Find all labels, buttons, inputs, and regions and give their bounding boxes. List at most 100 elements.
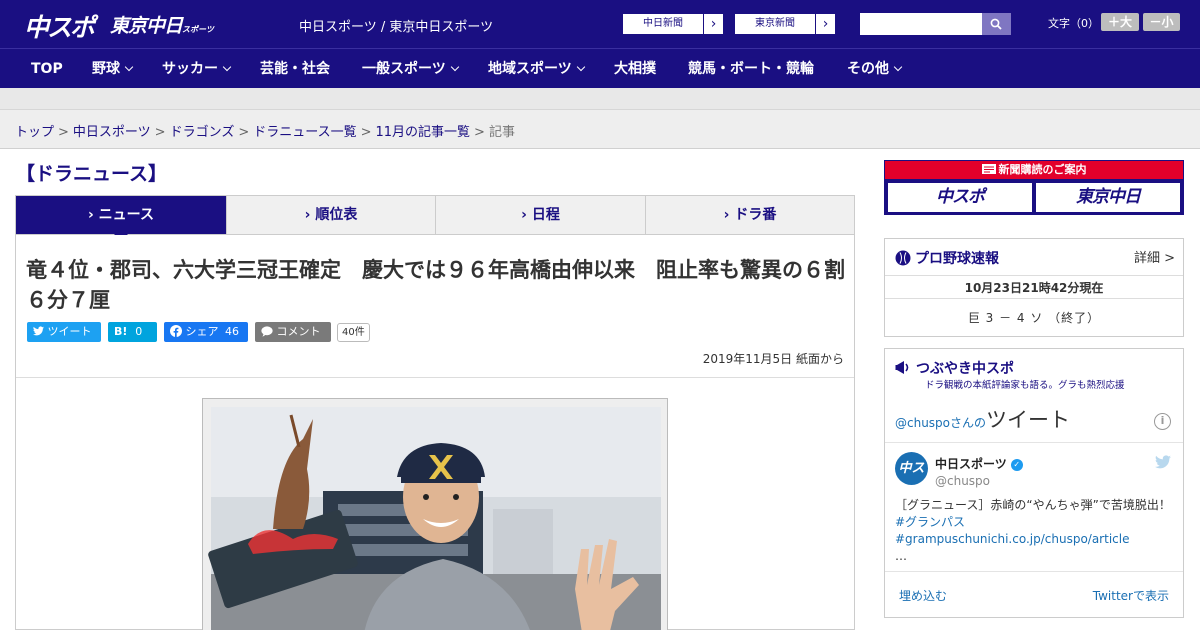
speech-bubble-icon xyxy=(261,326,273,337)
verified-badge-icon: ✓ xyxy=(1010,459,1023,471)
tab-standings[interactable]: › 順位表 xyxy=(227,196,436,234)
nav-label: 大相撲 xyxy=(614,61,656,77)
breadcrumb-separator: > xyxy=(360,125,372,140)
tweet-label: ツイート xyxy=(47,325,92,338)
nav-item-other[interactable]: その他 xyxy=(847,49,903,89)
nav-label: 競馬・ボート・競輪 xyxy=(688,61,814,77)
tab-dora-ban[interactable]: › ドラ番 xyxy=(646,196,854,234)
chunichi-shimbun-button[interactable]: 中日新聞 › xyxy=(622,13,724,35)
twitter-bird-icon xyxy=(33,326,44,336)
tweet-box-title: つぶやき中スポ xyxy=(895,358,1014,378)
breadcrumb-separator: > xyxy=(238,125,250,140)
breadcrumb-link[interactable]: 中日スポーツ xyxy=(73,125,151,140)
chevron-right-icon: › xyxy=(88,207,94,223)
tweet-box-title-text: つぶやき中スポ xyxy=(916,361,1014,377)
breadcrumb-separator: > xyxy=(154,125,166,140)
article: 竜４位・郡司、六大学三冠王確定 慶大では９６年高橋由伸以来 阻止率も驚異の６割６… xyxy=(15,235,855,630)
facebook-share-button[interactable]: シェア 46 xyxy=(164,322,248,342)
nav-label: サッカー xyxy=(162,61,218,77)
breadcrumb-bar: トップ > 中日スポーツ > ドラゴンズ > ドラニュース一覧 >11月の記事一覧 > 記事 xyxy=(0,110,1200,149)
nav-item-top[interactable]: TOP xyxy=(31,49,63,89)
twitter-bird-icon[interactable] xyxy=(1155,455,1171,469)
tweet-author-name-text: 中日スポーツ xyxy=(935,457,1007,471)
tab-news[interactable]: › ニュース xyxy=(16,196,227,241)
breadcrumb-link[interactable]: ドラゴンズ xyxy=(170,125,235,140)
tweet-text-line-1: ［グラニュース］赤崎の“やんちゃ弾”で苦境脱出！ xyxy=(895,498,1171,512)
search-input[interactable] xyxy=(860,13,982,35)
embed-link[interactable]: 埋め込む xyxy=(899,587,947,604)
font-size-decrease-button[interactable]: －小 xyxy=(1143,13,1180,31)
divider xyxy=(885,571,1183,572)
facebook-label: シェア xyxy=(185,325,219,338)
breadcrumb-link[interactable]: 11月の記事一覧 xyxy=(376,125,471,140)
breadcrumb-link[interactable]: ドラニュース一覧 xyxy=(253,125,356,140)
info-icon[interactable]: i xyxy=(1154,413,1171,430)
font-size-increase-button[interactable]: ＋大 xyxy=(1101,13,1139,31)
tweet-text-links[interactable]: #グランパス #grampuschunichi.co.jp/chuspo/art… xyxy=(895,515,1129,546)
article-divider xyxy=(16,377,854,378)
chevron-down-icon xyxy=(222,62,232,72)
site-links[interactable]: 中日スポーツ / 東京中日スポーツ xyxy=(299,16,493,35)
tab-label: ドラ番 xyxy=(734,207,777,223)
comment-count-badge: 40件 xyxy=(337,323,370,342)
nav-label: その他 xyxy=(847,61,889,77)
tweet-box-subtitle: ドラ観戦の本紙評論家も語る。グラも熱烈応援 xyxy=(925,380,1125,391)
score-detail-link[interactable]: 詳細 > xyxy=(1134,247,1175,266)
hatena-bookmark-button[interactable]: B! 0 xyxy=(108,322,157,342)
nav-item-racing[interactable]: 競馬・ボート・競輪 xyxy=(688,49,814,89)
article-headline: 竜４位・郡司、六大学三冠王確定 慶大では９６年高橋由伸以来 阻止率も驚異の６割６… xyxy=(26,258,845,312)
tweet-button[interactable]: ツイート xyxy=(27,322,101,342)
score-timestamp: 10月23日21時42分現在 xyxy=(885,275,1183,299)
avatar[interactable]: 中スポ xyxy=(895,452,928,509)
tab-schedule[interactable]: › 日程 xyxy=(436,196,646,234)
comment-label: コメント xyxy=(276,325,321,338)
top-header: 中スポ 東京中日スポーツ 中日スポーツ / 東京中日スポーツ 中日新聞 › 東京… xyxy=(0,0,1200,48)
tweet-author-handle[interactable]: @chuspo xyxy=(935,474,990,488)
nav-label: 芸能・社会 xyxy=(260,61,330,77)
font-size-label: 文字（0） xyxy=(1048,17,1099,30)
chevron-right-icon: › xyxy=(723,207,730,223)
paper-btn-label: 中日新聞 xyxy=(643,18,683,29)
tweet-box: つぶやき中スポ ドラ観戦の本紙評論家も語る。グラも熱烈応援 @chuspoさんの… xyxy=(884,348,1184,618)
chevron-down-icon xyxy=(450,62,459,72)
nav-item-soccer[interactable]: サッカー xyxy=(162,49,232,89)
tweet-feed-header[interactable]: @chuspoさんのツイート xyxy=(895,404,1070,434)
nav-item-entertainment[interactable]: 芸能・社会 xyxy=(260,49,330,89)
photo-illustration xyxy=(203,399,667,630)
comment-button[interactable]: コメント xyxy=(255,322,331,342)
tweet-feed-label: ツイート xyxy=(986,408,1071,432)
nav-label: 一般スポーツ xyxy=(362,61,446,77)
tweet-feed-handle: @chuspoさんの xyxy=(895,416,987,430)
nav-item-general-sports[interactable]: 一般スポーツ xyxy=(362,49,459,89)
chevron-right-icon: › xyxy=(521,207,527,223)
chevron-down-icon xyxy=(893,62,903,72)
breadcrumb: トップ > 中日スポーツ > ドラゴンズ > ドラニュース一覧 >11月の記事一覧 > 記事 xyxy=(15,121,515,140)
facebook-icon xyxy=(170,325,182,337)
nav-item-sumo[interactable]: 大相撲 xyxy=(614,49,656,89)
tokyo-shimbun-button[interactable]: 東京新聞 › xyxy=(734,13,836,35)
view-on-twitter-link[interactable]: Twitterで表示 xyxy=(1093,587,1169,604)
facebook-count: 46 xyxy=(225,325,239,338)
score-title: プロ野球速報 xyxy=(895,248,999,268)
tokyo-chunichi-logo[interactable]: 東京中日スポーツ xyxy=(110,11,214,38)
tweet-text: ［グラニュース］赤崎の“やんちゃ弾”で苦境脱出！ #グランパス #grampus… xyxy=(895,497,1177,565)
subscription-header: 新聞購読のご案内 xyxy=(885,161,1183,179)
chuspo-logo[interactable]: 中スポ xyxy=(24,8,95,44)
chevron-right-icon: › xyxy=(815,14,835,34)
article-photo[interactable] xyxy=(202,398,668,630)
tokyo-logo-small: スポーツ xyxy=(182,25,214,34)
score-result[interactable]: 巨 3 － 4 ソ （終了） xyxy=(885,309,1183,326)
search-icon xyxy=(990,18,1002,30)
subscribe-tokyo-chunichi-button[interactable]: 東京中日 xyxy=(1036,183,1180,212)
tweet-author-name[interactable]: 中日スポーツ ✓ xyxy=(935,455,1023,472)
tab-label: ニュース xyxy=(98,207,154,223)
nav-label: 野球 xyxy=(92,61,120,77)
nav-item-baseball[interactable]: 野球 xyxy=(92,49,134,89)
breadcrumb-separator: > xyxy=(474,125,485,140)
nav-item-local-sports[interactable]: 地域スポーツ xyxy=(488,49,585,89)
search-button[interactable] xyxy=(982,13,1011,35)
breadcrumb-link[interactable]: トップ xyxy=(15,125,54,140)
subscribe-chuspo-button[interactable]: 中スポ xyxy=(888,183,1032,212)
chevron-right-icon: › xyxy=(304,207,311,223)
tweet-text-ellipsis: … xyxy=(895,549,907,563)
